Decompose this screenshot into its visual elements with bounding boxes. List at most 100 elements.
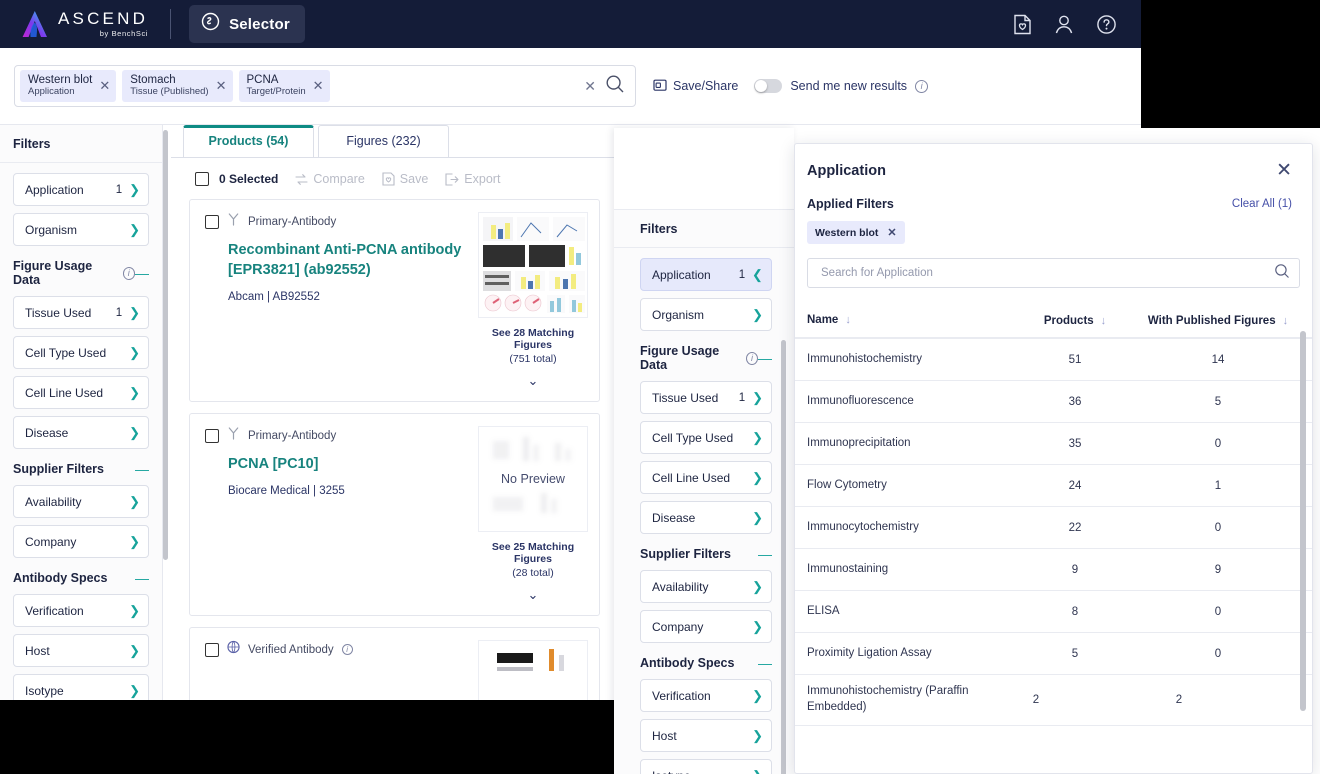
table-row[interactable]: Immunohistochemistry 51 14 — [795, 338, 1312, 380]
overlay-filter-cell-line-used[interactable]: Cell Line Used ❯ — [640, 461, 772, 494]
tab-products[interactable]: Products (54) — [183, 125, 314, 157]
sidebar-filter-tissue-used[interactable]: Tissue Used 1 ❯ — [13, 296, 149, 329]
search-box[interactable]: Western blot Application ✕ Stomach Tissu… — [14, 65, 636, 107]
sidebar-filter-cell-type-used[interactable]: Cell Type Used ❯ — [13, 336, 149, 369]
sidebar-filter-organism[interactable]: Organism ❯ — [13, 213, 149, 246]
modal-scrollbar[interactable] — [1300, 331, 1307, 711]
collapse-icon[interactable]: — — [135, 571, 149, 585]
help-icon[interactable] — [1095, 13, 1117, 35]
clear-search-icon[interactable]: ✕ — [584, 78, 596, 95]
search-input[interactable] — [819, 266, 1274, 280]
collapse-icon[interactable]: — — [758, 547, 772, 561]
product-title-link[interactable]: Recombinant Anti-PCNA antibody [EPR3821]… — [228, 240, 477, 280]
product-card[interactable]: Primary-Antibody Recombinant Anti-PCNA a… — [189, 199, 600, 402]
sidebar-filter-host[interactable]: Host ❯ — [13, 634, 149, 667]
sidebar-filter-cell-line-used[interactable]: Cell Line Used ❯ — [13, 376, 149, 409]
product-select-checkbox[interactable] — [205, 215, 219, 229]
user-account-icon[interactable] — [1053, 13, 1075, 35]
column-header-name[interactable]: Name ↓ — [807, 313, 1016, 329]
sidebar-filter-application[interactable]: Application 1 ❯ — [13, 173, 149, 206]
matching-figures-link[interactable]: See 25 Matching Figures — [477, 541, 589, 565]
send-new-results-toggle[interactable] — [754, 79, 782, 93]
overlay-group-supplier-filters[interactable]: Supplier Filters — — [640, 547, 772, 561]
chevron-right-icon: ❯ — [129, 426, 140, 439]
overlay-filter-host[interactable]: Host ❯ — [640, 719, 772, 752]
info-icon[interactable]: i — [342, 644, 353, 655]
remove-chip-icon[interactable]: ✕ — [215, 79, 228, 92]
applied-filter-chip[interactable]: Western blot ✕ — [807, 221, 905, 244]
select-all-checkbox[interactable] — [195, 172, 209, 186]
search-chip[interactable]: Stomach Tissue (Published) ✕ — [122, 70, 232, 102]
sort-arrow-icon[interactable]: ↓ — [1101, 315, 1107, 327]
group-header-supplier-filters[interactable]: Supplier Filters — — [13, 462, 149, 476]
collapse-icon[interactable]: — — [135, 266, 149, 280]
filter-label: Company — [25, 535, 129, 549]
overlay-filter-isotype[interactable]: Isotype ❯ — [640, 759, 772, 774]
expand-card-chevron-icon[interactable]: ⌄ — [528, 373, 539, 389]
overlay-filter-organism[interactable]: Organism ❯ — [640, 298, 772, 331]
sidebar-filter-disease[interactable]: Disease ❯ — [13, 416, 149, 449]
search-chip[interactable]: PCNA Target/Protein ✕ — [239, 70, 330, 102]
overlay-panel-scrollbar[interactable] — [781, 340, 788, 774]
overlay-filter-disease[interactable]: Disease ❯ — [640, 501, 772, 534]
table-row[interactable]: ELISA 8 0 — [795, 590, 1312, 632]
sidebar-filter-verification[interactable]: Verification ❯ — [13, 594, 149, 627]
overlay-filter-application[interactable]: Application 1 ❯ — [640, 258, 772, 291]
expand-card-chevron-icon[interactable]: ⌄ — [528, 587, 539, 603]
group-header-figure-usage-data[interactable]: Figure Usage Data i — — [13, 259, 149, 287]
remove-chip-icon[interactable]: ✕ — [312, 79, 325, 92]
product-title-link[interactable]: PCNA [PC10] — [228, 454, 477, 474]
table-row[interactable]: Immunoprecipitation 35 0 — [795, 422, 1312, 464]
ascend-logo[interactable]: ASCEND by BenchSci — [20, 10, 148, 38]
table-row[interactable]: Immunocytochemistry 22 0 — [795, 506, 1312, 548]
collapse-icon[interactable]: — — [758, 656, 772, 670]
remove-chip-icon[interactable]: ✕ — [887, 226, 896, 239]
figure-collage-thumbnail[interactable] — [478, 212, 588, 318]
overlay-group-antibody-specs[interactable]: Antibody Specs — — [640, 656, 772, 670]
info-icon[interactable]: i — [915, 80, 928, 93]
save-share-button[interactable]: Save/Share — [653, 78, 738, 95]
table-row[interactable]: Proximity Ligation Assay 5 0 — [795, 632, 1312, 674]
table-row[interactable]: Immunohistochemistry (Paraffin Embedded)… — [795, 674, 1312, 725]
sidebar-filter-availability[interactable]: Availability ❯ — [13, 485, 149, 518]
sidebar-filter-company[interactable]: Company ❯ — [13, 525, 149, 558]
overlay-filter-cell-type-used[interactable]: Cell Type Used ❯ — [640, 421, 772, 454]
table-row[interactable]: Flow Cytometry 24 1 — [795, 464, 1312, 506]
info-icon[interactable]: i — [746, 352, 758, 365]
collapse-icon[interactable]: — — [758, 351, 772, 365]
overlay-filter-availability[interactable]: Availability ❯ — [640, 570, 772, 603]
screenshot-void-region-right — [1141, 0, 1320, 128]
selector-button[interactable]: Selector — [189, 5, 305, 43]
group-header-antibody-specs[interactable]: Antibody Specs — — [13, 571, 149, 585]
product-card[interactable]: Primary-Antibody PCNA [PC10] Biocare Med… — [189, 413, 600, 616]
saved-document-icon[interactable] — [1011, 13, 1033, 35]
overlay-filter-company[interactable]: Company ❯ — [640, 610, 772, 643]
overlay-filter-tissue-used[interactable]: Tissue Used 1 ❯ — [640, 381, 772, 414]
save-button[interactable]: Save — [382, 172, 429, 186]
tab-figures[interactable]: Figures (232) — [318, 125, 449, 157]
sidebar-scrollbar[interactable] — [163, 130, 170, 560]
column-header-products[interactable]: Products ↓ — [1016, 315, 1134, 327]
compare-button[interactable]: Compare — [295, 172, 364, 186]
overlay-group-figure-usage-data[interactable]: Figure Usage Data i — — [640, 344, 772, 372]
table-row[interactable]: Immunofluorescence 36 5 — [795, 380, 1312, 422]
table-row[interactable]: Immunostaining 9 9 — [795, 548, 1312, 590]
product-select-checkbox[interactable] — [205, 429, 219, 443]
matching-figures-link[interactable]: See 28 Matching Figures — [477, 327, 589, 351]
product-select-checkbox[interactable] — [205, 643, 219, 657]
search-submit-icon[interactable] — [605, 74, 625, 99]
clear-all-button[interactable]: Clear All (1) — [1232, 198, 1292, 210]
application-search-box[interactable] — [807, 258, 1300, 288]
remove-chip-icon[interactable]: ✕ — [98, 79, 111, 92]
column-header-published-figures[interactable]: With Published Figures ↓ — [1134, 315, 1302, 327]
sort-arrow-icon[interactable]: ↓ — [845, 313, 851, 328]
search-chip[interactable]: Western blot Application ✕ — [20, 70, 116, 102]
export-button[interactable]: Export — [445, 172, 500, 186]
info-icon[interactable]: i — [123, 267, 135, 280]
collapse-icon[interactable]: — — [135, 462, 149, 476]
table-row[interactable] — [795, 725, 1312, 749]
search-icon[interactable] — [1274, 263, 1290, 284]
close-icon[interactable]: ✕ — [1276, 161, 1292, 180]
overlay-filter-verification[interactable]: Verification ❯ — [640, 679, 772, 712]
sort-arrow-icon[interactable]: ↓ — [1283, 315, 1289, 327]
